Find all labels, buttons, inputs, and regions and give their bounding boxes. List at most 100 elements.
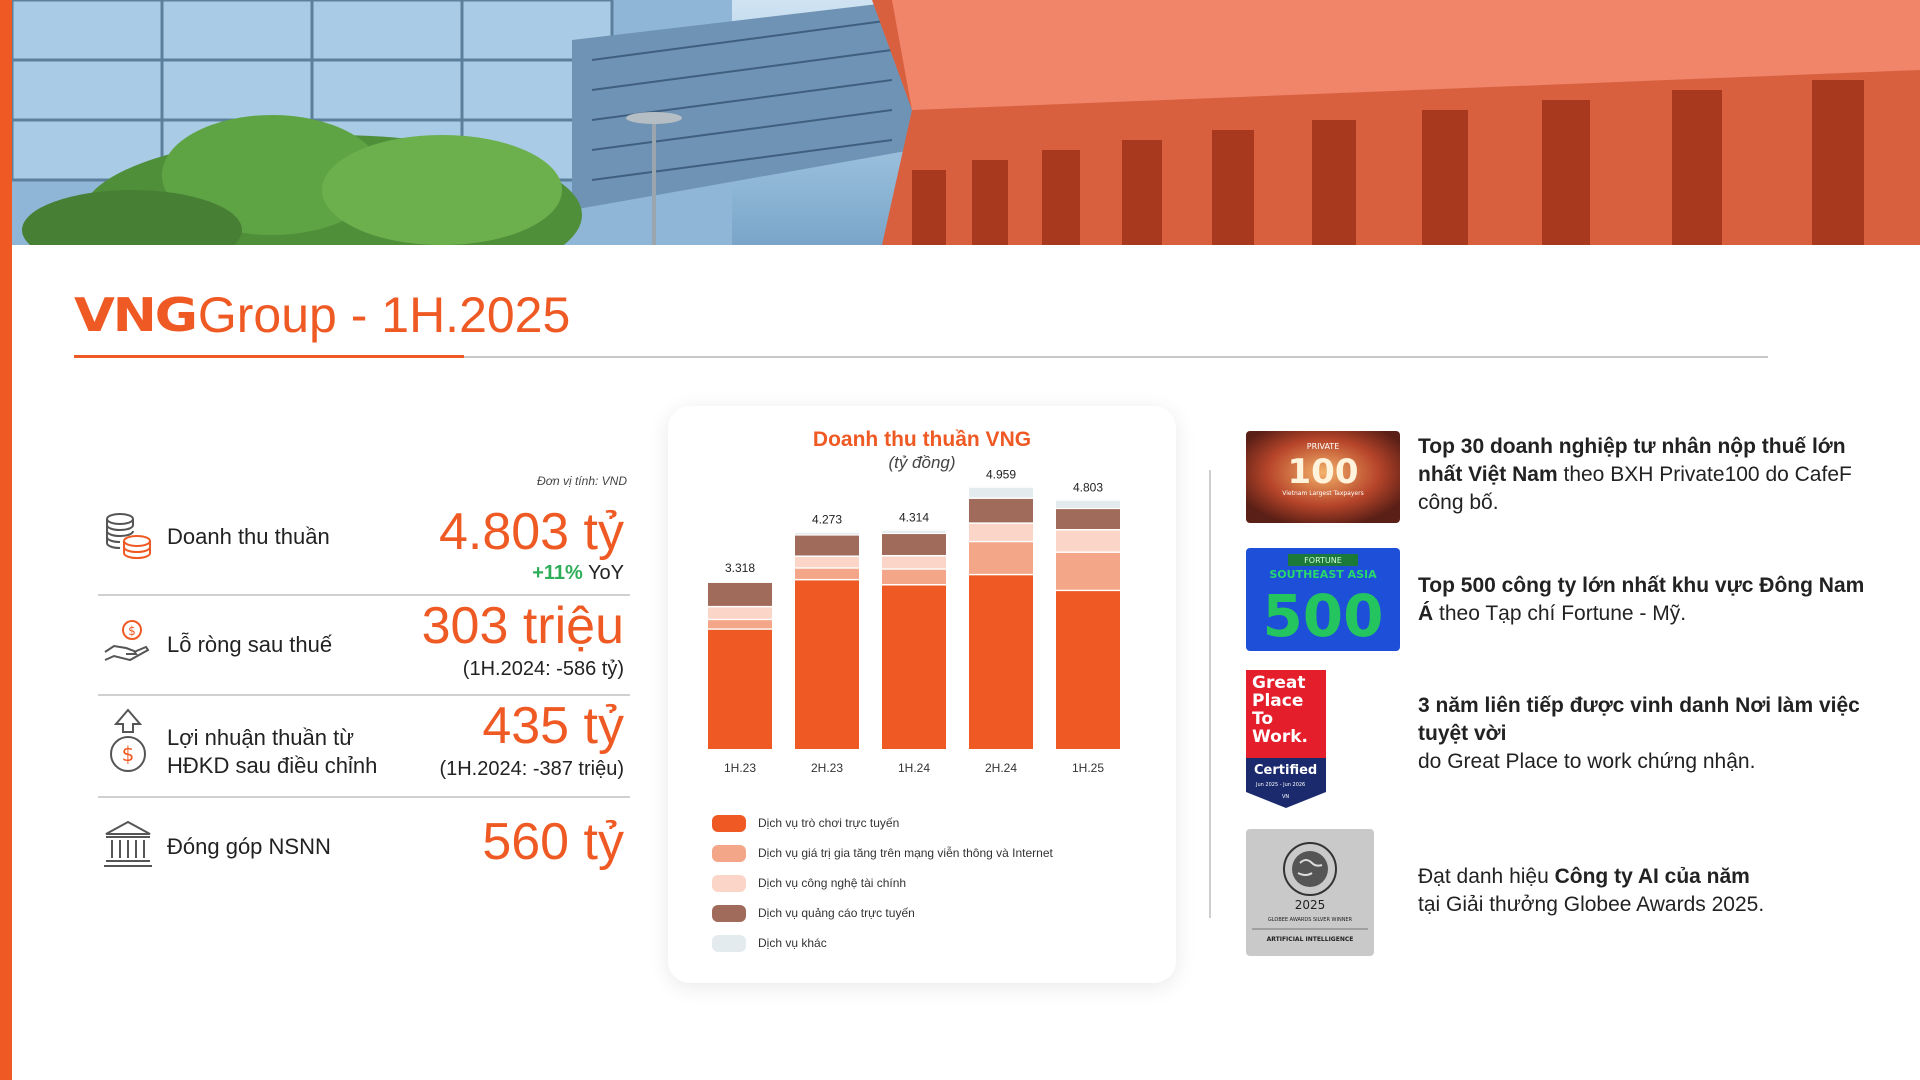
fortune-sea-500-badge: FORTUNE SOUTHEAST ASIA 500 xyxy=(1246,548,1400,651)
bar-segment xyxy=(708,628,772,749)
bar-segment-separator xyxy=(795,531,859,533)
legend-swatch xyxy=(712,934,746,952)
kpi-note: (1H.2024: -586 tỷ) xyxy=(462,658,624,680)
kpi-value: 560 tỷ xyxy=(482,813,624,871)
bar-segment xyxy=(969,573,1033,749)
bar-segment-separator xyxy=(882,584,946,586)
kpi-label-line1: Lợi nhuận thuần từ xyxy=(167,725,354,750)
badge-text: Work. xyxy=(1252,727,1308,747)
award-great-place-to-work: Great Place To Work. Certified Jun 2025 … xyxy=(1246,670,1920,810)
title-text: Group - 1H.2025 xyxy=(197,287,571,343)
bar-segment-separator xyxy=(1056,499,1120,501)
bar-segment xyxy=(882,584,946,749)
bar-segment xyxy=(795,567,859,579)
bar-segment-separator xyxy=(882,529,946,531)
government-building-icon xyxy=(104,820,152,867)
bar-segment xyxy=(708,581,772,606)
kpi-value: 4.803 tỷ xyxy=(438,503,624,561)
page-title: VNG Group - 1H.2025 xyxy=(74,285,570,345)
bar-segment-separator xyxy=(969,486,1033,488)
legend-swatch xyxy=(712,904,746,922)
bar-total-label: 4.803 xyxy=(1073,480,1103,494)
legend-swatch xyxy=(712,814,746,832)
badge-text: FORTUNE xyxy=(1304,556,1342,565)
bar-segment-separator xyxy=(969,497,1033,499)
legend-swatch xyxy=(712,844,746,862)
bar-segment-separator xyxy=(1056,529,1120,531)
bar-total-label: 4.959 xyxy=(986,467,1016,481)
badge-text: Vietnam Largest Taxpayers xyxy=(1282,490,1363,497)
badge-text: PRIVATE xyxy=(1307,442,1340,451)
legend-item: Dịch vụ trò chơi trực tuyến xyxy=(712,812,1132,834)
badge-text: Certified xyxy=(1254,763,1317,778)
kpi-note: (1H.2024: -387 triệu) xyxy=(439,758,624,780)
award-description: Top 500 công ty lớn nhất khu vực Đông Na… xyxy=(1418,572,1878,628)
bar-segment-separator xyxy=(708,628,772,630)
bar-segment xyxy=(795,578,859,749)
legend-swatch xyxy=(712,874,746,892)
bar-segment xyxy=(795,534,859,556)
award-fortune500: FORTUNE SOUTHEAST ASIA 500 Top 500 công … xyxy=(1246,548,1920,653)
bar-segment-separator xyxy=(795,578,859,581)
hero-building-photo xyxy=(12,0,1920,245)
badge-text: 100 xyxy=(1288,452,1359,492)
bar-total-label: 4.273 xyxy=(812,512,842,526)
badge-text: Place xyxy=(1252,691,1303,711)
globee-awards-badge: 2025 GLOBEE AWARDS SILVER WINNER ARTIFIC… xyxy=(1246,829,1374,956)
bar-segment xyxy=(969,522,1033,541)
bar-segment-separator xyxy=(795,567,859,569)
bar-segment xyxy=(882,532,946,555)
badge-text: GLOBEE AWARDS SILVER WINNER xyxy=(1268,917,1353,923)
bar-segment-separator xyxy=(1056,507,1120,510)
legend-label: Dịch vụ công nghệ tài chính xyxy=(758,876,907,890)
award-pre: Đạt danh hiệu xyxy=(1418,865,1555,888)
bar-segment-separator xyxy=(708,605,772,608)
legend-item: Dịch vụ công nghệ tài chính xyxy=(712,872,1132,894)
bar-segment xyxy=(882,568,946,584)
kpi-row-net-loss: $ Lỗ ròng sau thuế 303 triệu (1H.2024: -… xyxy=(98,596,630,694)
revenue-chart-card: Doanh thu thuần VNG (tỷ đồng) 3.318 1H.23… xyxy=(668,406,1176,983)
bar-segment xyxy=(795,555,859,568)
badge-text: To xyxy=(1252,709,1273,729)
bar-segment-separator xyxy=(795,534,859,536)
legend-label: Dịch vụ giá trị gia tăng trên mạng viễn … xyxy=(758,846,1053,860)
bar-total-label: 4.314 xyxy=(899,510,929,524)
vng-logo: VNG xyxy=(74,288,198,342)
bar-segment xyxy=(708,605,772,619)
kpi-value: 435 tỷ xyxy=(482,697,624,755)
left-accent-stripe xyxy=(0,0,12,1080)
x-tick-label: 2H.23 xyxy=(811,761,843,775)
award-highlight: Công ty AI của năm xyxy=(1554,865,1750,888)
award-rest: theo Tạp chí Fortune - Mỹ. xyxy=(1433,602,1687,625)
legend-item: Dịch vụ giá trị gia tăng trên mạng viễn … xyxy=(712,842,1132,864)
bar-segment-separator xyxy=(882,568,946,570)
bar-segment-separator xyxy=(969,573,1033,576)
money-bag-up-icon: $ xyxy=(110,708,146,772)
kpi-label: Doanh thu thuần xyxy=(167,524,330,549)
award-highlight: 3 năm liên tiếp được vinh danh Nơi làm v… xyxy=(1418,694,1860,745)
section-divider xyxy=(1209,470,1211,918)
bar-segment xyxy=(882,554,946,569)
bar-segment-separator xyxy=(969,522,1033,524)
svg-text:$: $ xyxy=(122,742,135,766)
kpi-label: Lỗ ròng sau thuế xyxy=(167,632,333,657)
bar-segment-separator xyxy=(969,540,1033,543)
kpi-label: Đóng góp NSNN xyxy=(167,834,331,859)
coins-stack-icon xyxy=(106,513,151,560)
award-rest: do Great Place to work chứng nhận. xyxy=(1418,750,1756,773)
kpi-label: Lợi nhuận thuần từ HĐKD sau điều chỉnh xyxy=(167,724,377,780)
legend-label: Dịch vụ khác xyxy=(758,936,827,950)
legend-item: Dịch vụ quảng cáo trực tuyến xyxy=(712,902,1132,924)
bar-segment-separator xyxy=(882,532,946,535)
bar-segment xyxy=(1056,589,1120,749)
bar-segment-separator xyxy=(708,580,772,582)
yoy-label: YoY xyxy=(588,562,624,584)
badge-text: Jun 2025 - Jun 2026 xyxy=(1255,782,1305,788)
badge-text: 2025 xyxy=(1295,898,1326,912)
unit-note: Đơn vị tính: VND xyxy=(537,474,627,488)
badge-text: VN xyxy=(1282,794,1289,800)
award-description: Top 30 doanh nghiệp tư nhân nộp thuế lớn… xyxy=(1418,433,1878,517)
bar-segment-separator xyxy=(708,618,772,621)
award-description: 3 năm liên tiếp được vinh danh Nơi làm v… xyxy=(1418,692,1878,776)
badge-text: Great xyxy=(1252,673,1305,693)
